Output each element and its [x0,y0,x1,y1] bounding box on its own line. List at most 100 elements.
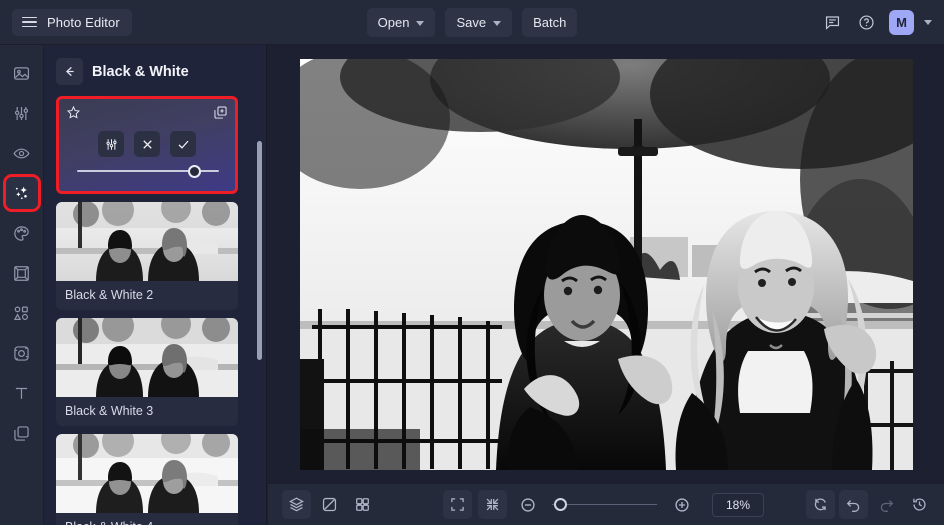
preset-cancel-button[interactable] [134,131,160,157]
zoom-slider-knob[interactable] [554,498,568,511]
batch-button-label: Batch [533,15,567,30]
zoom-slider-track [552,503,657,506]
reset-button[interactable] [806,490,835,519]
zoom-out-button[interactable] [513,490,542,519]
preset-label: Black & White 2 [65,288,154,302]
redo-button[interactable] [872,490,901,519]
favorite-button[interactable] [66,105,81,120]
preset-apply-button[interactable] [170,131,196,157]
preset-thumbnail-image [56,318,238,397]
grid-icon [356,498,369,511]
retouch-icon [14,345,29,361]
history-button[interactable] [905,490,934,519]
top-toolbar: Photo Editor Open Save Batch M [0,0,944,45]
preset-card-actions [59,131,235,157]
reset-icon [814,498,826,511]
bottom-left-group [282,490,377,519]
duplicate-icon [214,106,227,119]
zoom-slider[interactable] [552,498,657,512]
frame-icon [14,265,29,281]
zoom-controls: 18% [443,490,764,519]
eye-icon [13,148,30,158]
preset-card-selected[interactable] [56,96,238,194]
rail-item-effects[interactable] [2,174,41,212]
preset-item-2[interactable]: Black & White 2 [56,202,238,310]
rail-item-shapes[interactable] [6,297,38,329]
preset-thumbnail [56,434,238,513]
comment-button[interactable] [817,8,847,38]
image-icon [13,66,30,80]
compare-icon [322,497,337,512]
close-icon [142,139,152,149]
preset-intensity-slider[interactable] [77,164,219,178]
save-button-label: Save [456,15,487,30]
rail-item-adjust[interactable] [6,97,38,129]
bottom-toolbar: 18% [268,483,944,525]
batch-button[interactable]: Batch [522,8,578,37]
slider-knob[interactable] [187,164,201,178]
app-title: Photo Editor [47,14,120,30]
zoom-in-icon [674,497,689,512]
layers-stack-button[interactable] [282,490,311,519]
rail-item-frame[interactable] [6,257,38,289]
save-button[interactable]: Save [445,8,513,37]
preset-thumbnail [56,318,238,397]
palette-icon [14,225,29,241]
preset-thumbnail-image [56,434,238,513]
preset-label: Black & White 3 [65,404,154,418]
panel-scrollbar[interactable] [257,141,262,360]
sparkles-icon [15,186,27,199]
redo-icon [880,500,894,512]
chevron-down-icon [493,20,502,26]
history-icon [913,498,926,511]
rail-item-text[interactable] [6,377,38,409]
edited-photo [299,58,913,470]
comment-icon [825,16,839,30]
avatar[interactable]: M [889,10,914,35]
grid-button[interactable] [348,490,377,519]
settings-icon [105,138,117,150]
layers-icon [14,425,29,441]
open-button[interactable]: Open [366,8,436,37]
hamburger-icon [22,16,37,28]
fit-screen-icon [486,498,499,511]
photo-canvas[interactable] [299,58,913,470]
history-controls [806,490,934,519]
rail-item-retouch[interactable] [6,337,38,369]
fullscreen-button[interactable] [443,490,472,519]
preset-label: Black & White 4 [56,513,238,525]
fullscreen-icon [451,498,464,511]
toolbar-center-group: Open Save Batch [0,0,944,45]
rail-item-image[interactable] [6,57,38,89]
layers-stack-icon [289,497,304,512]
check-icon [178,140,188,149]
rail-item-layers[interactable] [6,417,38,449]
help-circle-icon [858,15,874,30]
photo-editor-window: Photo Editor Open Save Batch M Black & W… [0,0,944,525]
text-icon [15,387,28,399]
fit-screen-button[interactable] [478,490,507,519]
preset-list: Black & White 2 Black & White 3 [44,96,266,525]
rail-item-preview[interactable] [6,137,38,169]
preset-item-3[interactable]: Black & White 3 [56,318,238,426]
star-icon [66,105,81,119]
help-button[interactable] [851,8,881,38]
left-tool-rail [0,45,44,525]
zoom-out-icon [520,497,535,512]
rail-item-color[interactable] [6,217,38,249]
duplicate-button[interactable] [213,105,228,120]
preset-item-4[interactable]: Black & White 4 [56,434,238,525]
open-button-label: Open [377,15,410,30]
preset-settings-button[interactable] [98,131,124,157]
account-chevron-down-icon[interactable] [924,20,932,25]
adjust-icon [14,106,29,120]
undo-button[interactable] [839,490,868,519]
zoom-in-button[interactable] [667,490,696,519]
zoom-level-field[interactable]: 18% [712,492,764,517]
back-button[interactable] [56,58,83,85]
panel-header: Black & White [44,45,266,95]
arrow-left-icon [65,66,74,77]
toolbar-left-group: Photo Editor [12,8,132,36]
app-menu-button[interactable]: Photo Editor [12,8,132,36]
compare-button[interactable] [315,490,344,519]
